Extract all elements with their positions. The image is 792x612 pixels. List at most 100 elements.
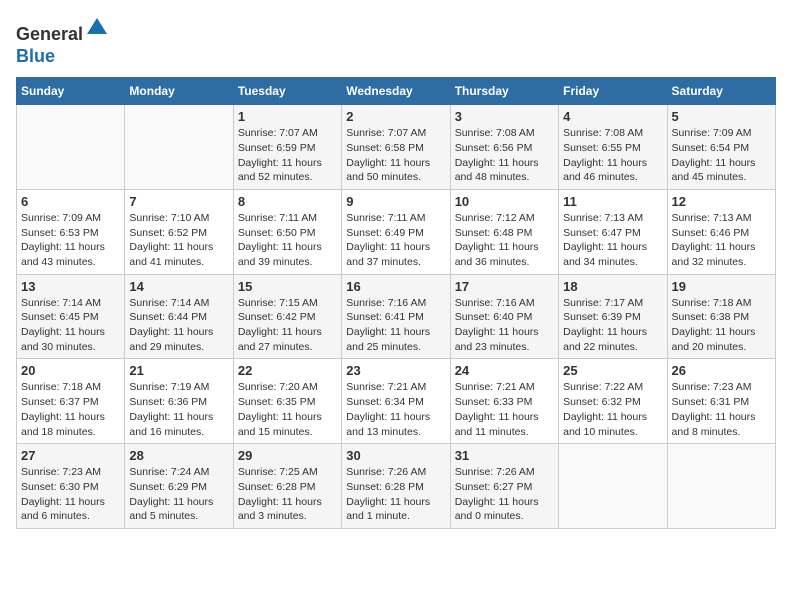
calendar-cell: 4Sunrise: 7:08 AM Sunset: 6:55 PM Daylig… <box>559 105 667 190</box>
calendar-cell: 29 Sunrise: 7:25 AM Sunset: 6:28 PM Dayli… <box>233 444 341 529</box>
day-info: Sunrise: 7:23 AM Sunset: 6:31 PM Dayligh… <box>672 380 771 439</box>
calendar-header-wednesday: Wednesday <box>342 78 450 105</box>
calendar-week-row: 1 Sunrise: 7:07 AM Sunset: 6:59 PM Daylig… <box>17 105 776 190</box>
calendar-cell: 14Sunrise: 7:14 AM Sunset: 6:44 PM Dayli… <box>125 274 233 359</box>
calendar-cell: 28Sunrise: 7:24 AM Sunset: 6:29 PM Dayli… <box>125 444 233 529</box>
day-info: Sunrise: 7:20 AM Sunset: 6:35 PM Dayligh… <box>238 380 337 439</box>
calendar-header-saturday: Saturday <box>667 78 775 105</box>
page-header: General Blue <box>16 16 776 67</box>
day-info: Sunrise: 7:09 AM Sunset: 6:54 PM Dayligh… <box>672 126 771 185</box>
day-info: Sunrise: 7:08 AM Sunset: 6:56 PM Dayligh… <box>455 126 554 185</box>
logo-icon <box>85 16 109 40</box>
calendar-header-friday: Friday <box>559 78 667 105</box>
day-info: Sunrise: 7:11 AM Sunset: 6:49 PM Dayligh… <box>346 211 445 270</box>
day-number: 27 <box>21 448 120 463</box>
day-number: 20 <box>21 363 120 378</box>
calendar-header-tuesday: Tuesday <box>233 78 341 105</box>
calendar-cell: 15 Sunrise: 7:15 AM Sunset: 6:42 PM Dayli… <box>233 274 341 359</box>
day-number: 30 <box>346 448 445 463</box>
calendar-body: 1 Sunrise: 7:07 AM Sunset: 6:59 PM Daylig… <box>17 105 776 529</box>
day-number: 11 <box>563 194 662 209</box>
day-info: Sunrise: 7:26 AM Sunset: 6:28 PM Dayligh… <box>346 465 445 524</box>
day-number: 3 <box>455 109 554 124</box>
calendar-cell: 19 Sunrise: 7:18 AM Sunset: 6:38 PM Dayli… <box>667 274 775 359</box>
calendar-cell: 6 Sunrise: 7:09 AM Sunset: 6:53 PM Daylig… <box>17 189 125 274</box>
day-info: Sunrise: 7:09 AM Sunset: 6:53 PM Dayligh… <box>21 211 120 270</box>
calendar-table: SundayMondayTuesdayWednesdayThursdayFrid… <box>16 77 776 529</box>
day-number: 31 <box>455 448 554 463</box>
day-info: Sunrise: 7:18 AM Sunset: 6:37 PM Dayligh… <box>21 380 120 439</box>
day-info: Sunrise: 7:08 AM Sunset: 6:55 PM Dayligh… <box>563 126 662 185</box>
day-info: Sunrise: 7:16 AM Sunset: 6:41 PM Dayligh… <box>346 296 445 355</box>
day-info: Sunrise: 7:07 AM Sunset: 6:59 PM Dayligh… <box>238 126 337 185</box>
day-number: 24 <box>455 363 554 378</box>
calendar-cell: 23 Sunrise: 7:21 AM Sunset: 6:34 PM Dayli… <box>342 359 450 444</box>
day-info: Sunrise: 7:12 AM Sunset: 6:48 PM Dayligh… <box>455 211 554 270</box>
day-info: Sunrise: 7:15 AM Sunset: 6:42 PM Dayligh… <box>238 296 337 355</box>
day-number: 22 <box>238 363 337 378</box>
day-info: Sunrise: 7:14 AM Sunset: 6:45 PM Dayligh… <box>21 296 120 355</box>
calendar-cell: 18 Sunrise: 7:17 AM Sunset: 6:39 PM Dayli… <box>559 274 667 359</box>
calendar-cell: 27Sunrise: 7:23 AM Sunset: 6:30 PM Dayli… <box>17 444 125 529</box>
day-number: 19 <box>672 279 771 294</box>
calendar-cell: 3 Sunrise: 7:08 AM Sunset: 6:56 PM Daylig… <box>450 105 558 190</box>
day-number: 28 <box>129 448 228 463</box>
calendar-week-row: 20 Sunrise: 7:18 AM Sunset: 6:37 PM Dayli… <box>17 359 776 444</box>
calendar-cell: 16 Sunrise: 7:16 AM Sunset: 6:41 PM Dayli… <box>342 274 450 359</box>
day-info: Sunrise: 7:10 AM Sunset: 6:52 PM Dayligh… <box>129 211 228 270</box>
calendar-cell: 25 Sunrise: 7:22 AM Sunset: 6:32 PM Dayli… <box>559 359 667 444</box>
day-info: Sunrise: 7:16 AM Sunset: 6:40 PM Dayligh… <box>455 296 554 355</box>
calendar-cell: 30 Sunrise: 7:26 AM Sunset: 6:28 PM Dayli… <box>342 444 450 529</box>
calendar-header-sunday: Sunday <box>17 78 125 105</box>
day-info: Sunrise: 7:19 AM Sunset: 6:36 PM Dayligh… <box>129 380 228 439</box>
day-info: Sunrise: 7:21 AM Sunset: 6:33 PM Dayligh… <box>455 380 554 439</box>
day-number: 15 <box>238 279 337 294</box>
day-info: Sunrise: 7:21 AM Sunset: 6:34 PM Dayligh… <box>346 380 445 439</box>
calendar-cell: 9 Sunrise: 7:11 AM Sunset: 6:49 PM Daylig… <box>342 189 450 274</box>
calendar-cell: 12Sunrise: 7:13 AM Sunset: 6:46 PM Dayli… <box>667 189 775 274</box>
day-info: Sunrise: 7:07 AM Sunset: 6:58 PM Dayligh… <box>346 126 445 185</box>
day-number: 13 <box>21 279 120 294</box>
day-number: 17 <box>455 279 554 294</box>
day-info: Sunrise: 7:22 AM Sunset: 6:32 PM Dayligh… <box>563 380 662 439</box>
logo: General Blue <box>16 16 109 67</box>
calendar-cell: 2 Sunrise: 7:07 AM Sunset: 6:58 PM Daylig… <box>342 105 450 190</box>
day-info: Sunrise: 7:25 AM Sunset: 6:28 PM Dayligh… <box>238 465 337 524</box>
calendar-cell: 31 Sunrise: 7:26 AM Sunset: 6:27 PM Dayli… <box>450 444 558 529</box>
calendar-cell <box>17 105 125 190</box>
day-info: Sunrise: 7:13 AM Sunset: 6:46 PM Dayligh… <box>672 211 771 270</box>
day-number: 1 <box>238 109 337 124</box>
day-number: 16 <box>346 279 445 294</box>
day-info: Sunrise: 7:18 AM Sunset: 6:38 PM Dayligh… <box>672 296 771 355</box>
day-number: 6 <box>21 194 120 209</box>
day-number: 7 <box>129 194 228 209</box>
calendar-cell <box>667 444 775 529</box>
day-number: 29 <box>238 448 337 463</box>
day-number: 5 <box>672 109 771 124</box>
day-number: 23 <box>346 363 445 378</box>
day-number: 2 <box>346 109 445 124</box>
calendar-week-row: 13 Sunrise: 7:14 AM Sunset: 6:45 PM Dayli… <box>17 274 776 359</box>
calendar-week-row: 6 Sunrise: 7:09 AM Sunset: 6:53 PM Daylig… <box>17 189 776 274</box>
day-number: 9 <box>346 194 445 209</box>
calendar-cell: 13 Sunrise: 7:14 AM Sunset: 6:45 PM Dayli… <box>17 274 125 359</box>
calendar-cell: 7 Sunrise: 7:10 AM Sunset: 6:52 PM Daylig… <box>125 189 233 274</box>
calendar-cell: 10Sunrise: 7:12 AM Sunset: 6:48 PM Dayli… <box>450 189 558 274</box>
calendar-week-row: 27Sunrise: 7:23 AM Sunset: 6:30 PM Dayli… <box>17 444 776 529</box>
day-number: 8 <box>238 194 337 209</box>
logo-general: General <box>16 24 83 44</box>
calendar-cell: 11Sunrise: 7:13 AM Sunset: 6:47 PM Dayli… <box>559 189 667 274</box>
day-number: 25 <box>563 363 662 378</box>
calendar-cell: 26Sunrise: 7:23 AM Sunset: 6:31 PM Dayli… <box>667 359 775 444</box>
calendar-cell: 1 Sunrise: 7:07 AM Sunset: 6:59 PM Daylig… <box>233 105 341 190</box>
calendar-header-thursday: Thursday <box>450 78 558 105</box>
day-info: Sunrise: 7:26 AM Sunset: 6:27 PM Dayligh… <box>455 465 554 524</box>
calendar-header-monday: Monday <box>125 78 233 105</box>
day-info: Sunrise: 7:17 AM Sunset: 6:39 PM Dayligh… <box>563 296 662 355</box>
day-info: Sunrise: 7:11 AM Sunset: 6:50 PM Dayligh… <box>238 211 337 270</box>
day-number: 18 <box>563 279 662 294</box>
calendar-cell: 8 Sunrise: 7:11 AM Sunset: 6:50 PM Daylig… <box>233 189 341 274</box>
calendar-cell <box>559 444 667 529</box>
calendar-cell: 22 Sunrise: 7:20 AM Sunset: 6:35 PM Dayli… <box>233 359 341 444</box>
calendar-cell: 20 Sunrise: 7:18 AM Sunset: 6:37 PM Dayli… <box>17 359 125 444</box>
